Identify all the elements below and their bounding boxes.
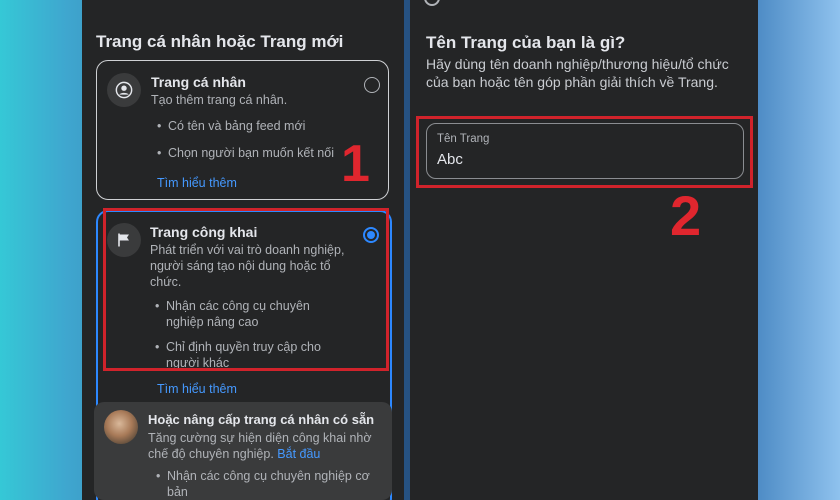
search-icon[interactable]	[424, 0, 440, 6]
personal-profile-title: Trang cá nhân	[151, 74, 246, 90]
personal-bullet-1: • Có tên và bảng feed mới	[157, 119, 306, 133]
page-name-description: Hãy dùng tên doanh nghiệp/thương hiệu/tổ…	[426, 56, 729, 90]
right-phone-screen: Tên Trang của bạn là gì? Hãy dùng tên do…	[410, 0, 758, 500]
personal-learn-more-link[interactable]: Tìm hiểu thêm	[157, 176, 237, 190]
annotation-number-1: 1	[341, 135, 370, 193]
user-circle-icon	[107, 73, 141, 107]
public-learn-more-link[interactable]: Tìm hiểu thêm	[157, 382, 237, 396]
page-type-heading: Trang cá nhân hoặc Trang mới	[96, 32, 344, 51]
upgrade-bullet: • Nhận các công cụ chuyên nghiệp cơ bản	[156, 469, 370, 499]
upgrade-title: Hoặc nâng cấp trang cá nhân có sẵn	[148, 412, 375, 427]
personal-profile-subtitle: Tạo thêm trang cá nhân.	[151, 93, 288, 107]
upgrade-description: Tăng cường sự hiện diện công khai nhờ ch…	[148, 431, 372, 461]
annotation-number-2: 2	[670, 184, 702, 247]
upgrade-profile-card[interactable]: Hoặc nâng cấp trang cá nhân có sẵn Tăng …	[94, 402, 392, 500]
highlight-box-public-page	[103, 208, 389, 371]
page-name-question: Tên Trang của bạn là gì?	[426, 33, 626, 52]
personal-profile-radio[interactable]	[364, 77, 380, 93]
avatar	[104, 410, 138, 444]
upgrade-start-link[interactable]: Bắt đầu	[277, 447, 320, 461]
highlight-box-page-name	[416, 116, 753, 188]
